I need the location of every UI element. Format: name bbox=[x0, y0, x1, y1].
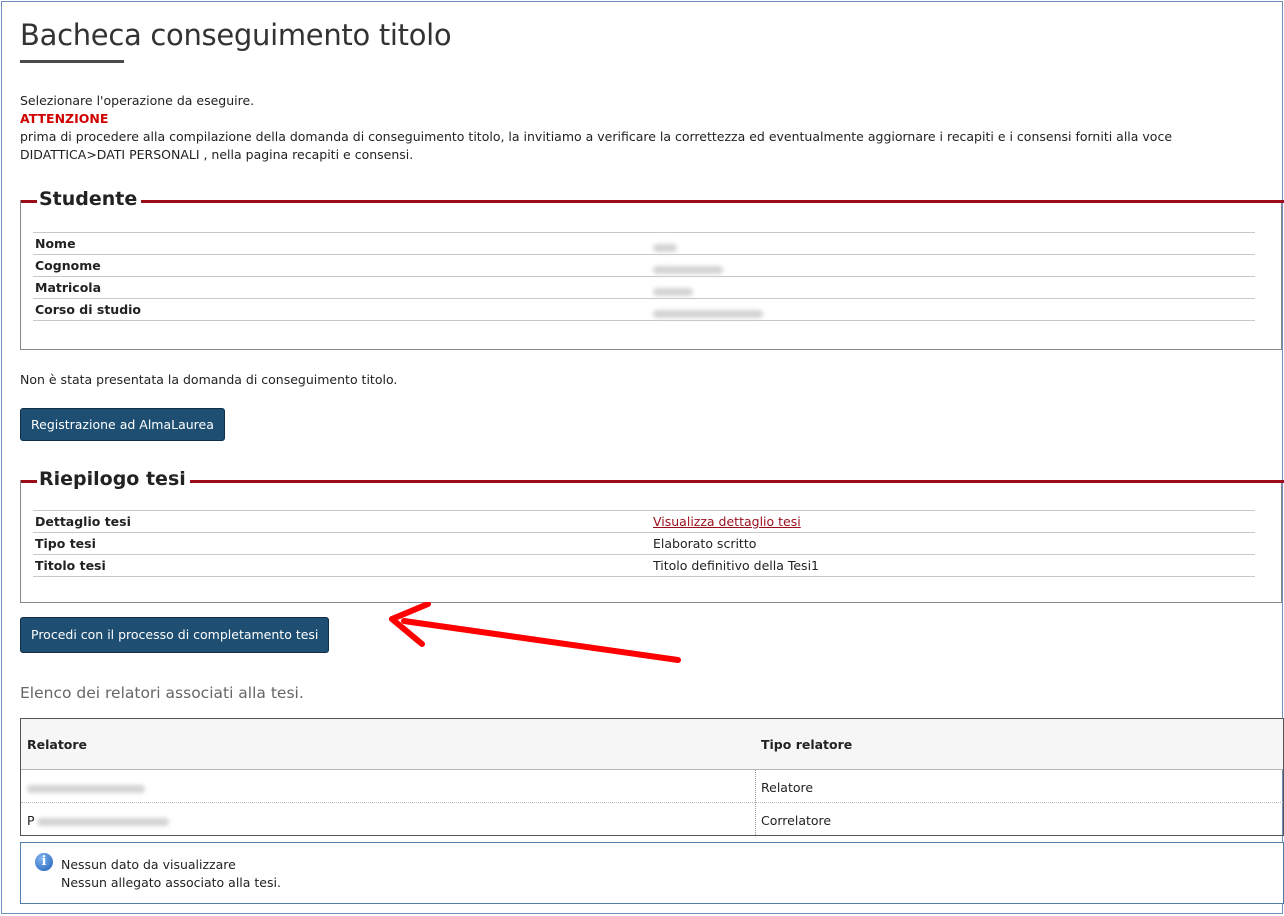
studente-row-matricola: Matricola bbox=[33, 277, 1255, 299]
studente-row-cognome: Cognome bbox=[33, 255, 1255, 277]
studente-table: Nome Cognome Matricola Corso di studio bbox=[33, 232, 1255, 321]
relatore-name-redacted: P bbox=[27, 813, 169, 828]
studente-label: Corso di studio bbox=[35, 302, 142, 317]
studente-legend-lead bbox=[21, 200, 33, 203]
studente-fieldset: Studente Nome Cognome Matricola Corso di… bbox=[20, 188, 1284, 350]
riepilogo-table: Dettaglio tesi Visualizza dettaglio tesi… bbox=[33, 510, 1255, 577]
studente-value-redacted bbox=[653, 233, 677, 254]
riepilogo-legend-lead bbox=[21, 480, 33, 483]
intro-block: Selezionare l'operazione da eseguire. AT… bbox=[20, 92, 1270, 164]
relatore-type: Correlatore bbox=[761, 813, 832, 828]
relatore-type: Relatore bbox=[761, 780, 814, 795]
info-line-2: Nessun allegato associato alla tesi. bbox=[61, 875, 281, 890]
annotation-arrow-icon bbox=[389, 602, 681, 663]
header-tipo-relatore: Tipo relatore bbox=[761, 737, 853, 752]
riepilogo-row-titolo: Titolo tesi Titolo definitivo della Tesi… bbox=[33, 555, 1255, 577]
info-message-box: i Nessun dato da visualizzare Nessun all… bbox=[20, 842, 1284, 904]
procedi-completamento-button[interactable]: Procedi con il processo di completamento… bbox=[20, 617, 330, 653]
riepilogo-value: Elaborato scritto bbox=[653, 536, 757, 551]
studente-label: Cognome bbox=[35, 258, 101, 273]
title-underline bbox=[20, 60, 124, 63]
visualizza-dettaglio-link[interactable]: Visualizza dettaglio tesi bbox=[653, 511, 801, 532]
studente-legend: Studente bbox=[37, 188, 142, 210]
relatore-name-redacted bbox=[27, 780, 145, 795]
riepilogo-row-tipo: Tipo tesi Elaborato scritto bbox=[33, 533, 1255, 555]
studente-row-nome: Nome bbox=[33, 233, 1255, 255]
studente-label: Matricola bbox=[35, 280, 102, 295]
status-message: Non è stata presentata la domanda di con… bbox=[20, 372, 398, 387]
intro-select-text: Selezionare l'operazione da eseguire. bbox=[20, 93, 255, 108]
riepilogo-label: Titolo tesi bbox=[35, 558, 106, 573]
relatori-table: Relatore Tipo relatore Relatore P Correl… bbox=[20, 718, 1284, 836]
almalaurea-button[interactable]: Registrazione ad AlmaLaurea bbox=[20, 408, 225, 441]
studente-value-redacted bbox=[653, 277, 693, 298]
table-row: P Correlatore bbox=[21, 803, 1283, 835]
relatori-subtitle: Elenco dei relatori associati alla tesi. bbox=[20, 684, 304, 702]
info-line-1: Nessun dato da visualizzare bbox=[61, 857, 236, 872]
relatori-header: Relatore Tipo relatore bbox=[21, 719, 1283, 770]
studente-value-redacted bbox=[653, 255, 723, 276]
studente-row-corso: Corso di studio bbox=[33, 299, 1255, 321]
riepilogo-label: Tipo tesi bbox=[35, 536, 96, 551]
studente-label: Nome bbox=[35, 236, 76, 251]
info-icon: i bbox=[35, 853, 53, 871]
riepilogo-value: Titolo definitivo della Tesi1 bbox=[653, 558, 819, 573]
studente-value-redacted bbox=[653, 299, 763, 320]
header-relatore: Relatore bbox=[27, 737, 88, 752]
page-title: Bacheca conseguimento titolo bbox=[20, 18, 452, 52]
riepilogo-row-dettaglio: Dettaglio tesi Visualizza dettaglio tesi bbox=[33, 511, 1255, 533]
riepilogo-fieldset: Riepilogo tesi Dettaglio tesi Visualizza… bbox=[20, 468, 1284, 603]
table-row: Relatore bbox=[21, 770, 1283, 803]
riepilogo-legend-line bbox=[33, 480, 1284, 483]
warning-label: ATTENZIONE bbox=[20, 111, 109, 126]
studente-legend-line bbox=[33, 200, 1284, 203]
warning-text: prima di procedere alla compilazione del… bbox=[20, 129, 1173, 162]
riepilogo-label: Dettaglio tesi bbox=[35, 514, 131, 529]
riepilogo-legend: Riepilogo tesi bbox=[37, 468, 190, 490]
page-frame: Bacheca conseguimento titolo Selezionare… bbox=[1, 1, 1284, 914]
